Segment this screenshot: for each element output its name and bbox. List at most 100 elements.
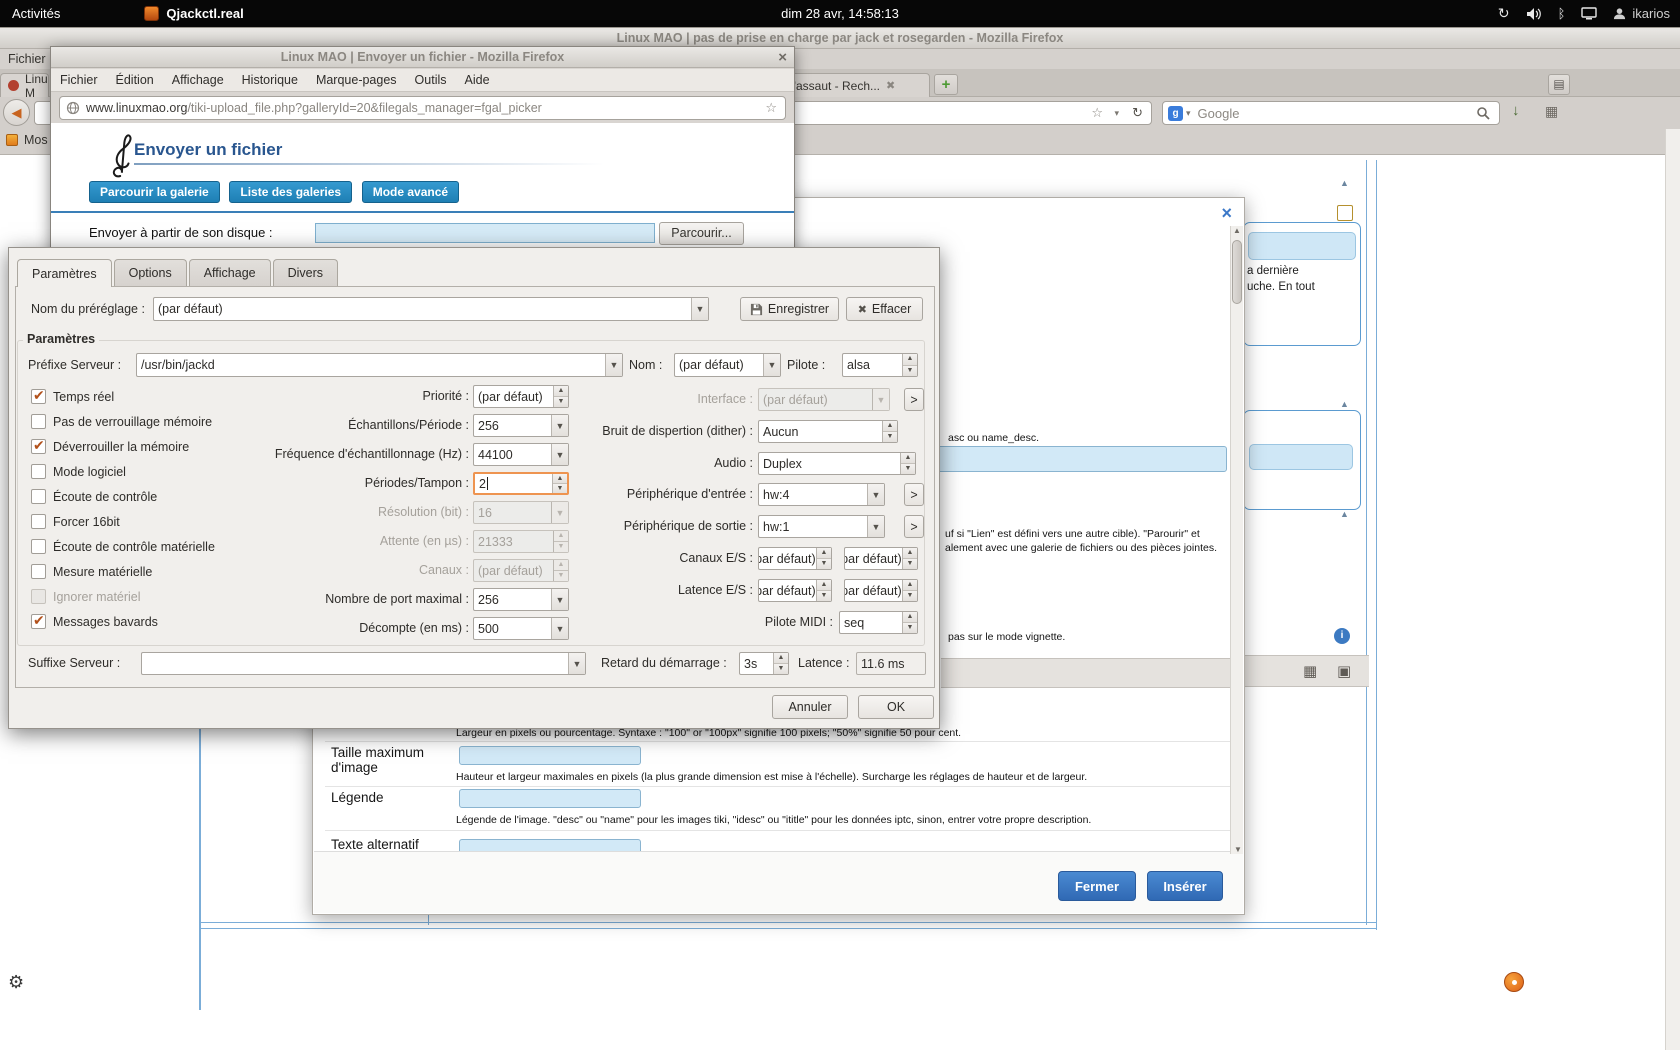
output-device-combo[interactable]: hw:1 ▼: [758, 515, 885, 538]
checkbox-mode-logiciel[interactable]: Mode logiciel: [31, 463, 126, 480]
chevron-down-icon[interactable]: ▼: [568, 653, 585, 674]
legende-input[interactable]: [459, 789, 641, 808]
chevron-down-icon[interactable]: ▼: [867, 516, 884, 537]
scroll-up-icon[interactable]: ▲: [1233, 226, 1241, 235]
bookmark-item-mos[interactable]: Mos: [6, 133, 48, 147]
chevron-down-icon[interactable]: ▼: [763, 354, 780, 376]
server-suffix-combo[interactable]: ▼: [141, 652, 586, 675]
scroll-down-icon[interactable]: ▼: [1234, 845, 1242, 854]
spin-arrows[interactable]: ▲ ▼: [816, 548, 831, 569]
upload-titlebar[interactable]: Linux MAO | Envoyer un fichier - Mozilla…: [51, 47, 794, 68]
tab-list-button[interactable]: ▤: [1548, 74, 1570, 95]
main-scrollbar[interactable]: [1665, 129, 1680, 1050]
checkbox-box[interactable]: [31, 514, 46, 529]
engine-dropdown-icon[interactable]: ▾: [1186, 108, 1191, 119]
bookmark-star-icon[interactable]: ☆: [765, 100, 777, 116]
notification-orb-icon[interactable]: [1504, 972, 1524, 992]
menu-marque-pages[interactable]: Marque-pages: [307, 73, 406, 87]
checkbox-box[interactable]: [31, 437, 46, 454]
tab-parametres[interactable]: Paramètres: [17, 259, 112, 287]
user-menu[interactable]: ikarios: [1613, 6, 1670, 21]
io-channels-out-spin[interactable]: (par défaut)▲▼: [844, 547, 918, 570]
spin-up-icon[interactable]: ▲: [903, 354, 917, 365]
menu-affichage[interactable]: Affichage: [163, 73, 233, 87]
tab-options[interactable]: Options: [113, 259, 187, 286]
module-field[interactable]: [1249, 444, 1353, 470]
url-dropdown-icon[interactable]: ▾: [1114, 108, 1119, 119]
collapse-arrow-icon[interactable]: ▲: [1340, 509, 1349, 519]
server-prefix-combo[interactable]: /usr/bin/jackd ▼: [136, 353, 623, 377]
inserer-button[interactable]: Insérer: [1147, 871, 1223, 901]
ports-combo[interactable]: 256 ▼: [473, 588, 569, 611]
checkbox-mesure-materielle[interactable]: Mesure matérielle: [31, 563, 152, 580]
fermer-button[interactable]: Fermer: [1058, 871, 1136, 901]
spin-arrows[interactable]: ▲ ▼: [882, 421, 897, 442]
input-device-more-button[interactable]: >: [904, 483, 924, 506]
checkbox-box[interactable]: [31, 564, 46, 579]
chevron-down-icon[interactable]: ▼: [867, 484, 884, 505]
start-delay-spin[interactable]: 3s ▲ ▼: [739, 652, 789, 675]
checkbox-box[interactable]: [31, 612, 46, 629]
magnifier-icon[interactable]: [1476, 106, 1491, 121]
decompte-combo[interactable]: 500 ▼: [473, 617, 569, 640]
checkbox-box[interactable]: [31, 464, 46, 479]
collapse-arrow-icon[interactable]: ▲: [1340, 399, 1349, 409]
menu-fichier[interactable]: Fichier: [0, 52, 46, 66]
list-galleries-button[interactable]: Liste des galeries: [229, 181, 353, 203]
checkbox-box[interactable]: [31, 489, 46, 504]
checkbox-ecoute-controle[interactable]: Écoute de contrôle: [31, 488, 157, 505]
tab-linuxmao[interactable]: Linux M: [0, 73, 49, 97]
checkbox-box[interactable]: [31, 387, 46, 404]
io-latency-in-spin[interactable]: (par défaut)▲▼: [758, 579, 832, 602]
bluetooth-icon[interactable]: ᛒ: [1558, 6, 1566, 21]
server-name-combo[interactable]: (par défaut) ▼: [674, 353, 781, 377]
grid-view-icon[interactable]: ▦: [1303, 662, 1317, 680]
reload-icon[interactable]: ↻: [1132, 105, 1143, 121]
spin-arrows[interactable]: ▲ ▼: [902, 354, 917, 376]
menu-fichier[interactable]: Fichier: [51, 73, 107, 87]
chevron-down-icon[interactable]: ▼: [691, 298, 708, 320]
save-preset-button[interactable]: Enregistrer: [740, 297, 839, 321]
checkbox-forcer-16bit[interactable]: Forcer 16bit: [31, 513, 120, 530]
io-latency-out-spin[interactable]: (par défaut)▲▼: [844, 579, 918, 602]
clock[interactable]: dim 28 avr, 14:58:13: [0, 6, 1680, 21]
scrollbar-thumb[interactable]: [1232, 240, 1242, 304]
downloads-icon[interactable]: ↓: [1512, 102, 1520, 119]
modal-scrollbar[interactable]: ▲ ▼: [1230, 226, 1243, 854]
driver-combo[interactable]: alsa ▲ ▼: [842, 353, 918, 377]
window-close-icon[interactable]: ×: [778, 47, 787, 68]
spin-arrows[interactable]: ▲ ▼: [900, 453, 915, 474]
bookmark-star-icon[interactable]: ☆: [1091, 105, 1103, 121]
checkbox-messages-bavards[interactable]: Messages bavards: [31, 612, 158, 630]
search-engine-icon[interactable]: g: [1168, 105, 1183, 121]
io-channels-in-spin[interactable]: (par défaut)▲▼: [758, 547, 832, 570]
frequence-combo[interactable]: 44100 ▼: [473, 443, 569, 466]
chevron-down-icon[interactable]: ▼: [551, 618, 568, 639]
menu-aide[interactable]: Aide: [456, 73, 499, 87]
sync-icon[interactable]: ↻: [1498, 5, 1510, 22]
tab-search[interactable]: d'assaut - Rech... ✖: [779, 73, 930, 97]
cancel-button[interactable]: Annuler: [772, 695, 848, 719]
spin-arrows[interactable]: ▲ ▼: [816, 580, 831, 601]
input-device-combo[interactable]: hw:4 ▼: [758, 483, 885, 506]
info-circle-icon[interactable]: i: [1334, 628, 1350, 644]
advanced-mode-button[interactable]: Mode avancé: [361, 181, 460, 203]
module-field[interactable]: [1248, 232, 1356, 260]
checkbox-box[interactable]: [31, 539, 46, 554]
menu-outils[interactable]: Outils: [406, 73, 456, 87]
audio-combo[interactable]: Duplex ▲ ▼: [758, 452, 916, 475]
module-edit-icon[interactable]: [1337, 205, 1353, 221]
volume-icon[interactable]: [1526, 7, 1542, 21]
checkbox-temps-reel[interactable]: Temps réel: [31, 387, 114, 405]
back-button[interactable]: ◀: [3, 99, 30, 126]
spin-down-icon[interactable]: ▼: [903, 364, 917, 376]
spin-arrows[interactable]: ▲ ▼: [902, 580, 917, 601]
browse-gallery-button[interactable]: Parcourir la galerie: [89, 181, 220, 203]
tab-affichage[interactable]: Affichage: [188, 259, 271, 286]
collapse-arrow-icon[interactable]: ▲: [1340, 178, 1349, 188]
apps-grid-icon[interactable]: ▦: [1545, 103, 1558, 120]
spin-arrows[interactable]: ▲ ▼: [902, 612, 917, 633]
tab-close-icon[interactable]: ✖: [886, 79, 895, 92]
detail-view-icon[interactable]: ▣: [1337, 662, 1351, 680]
modal-close-icon[interactable]: ×: [1221, 204, 1232, 222]
